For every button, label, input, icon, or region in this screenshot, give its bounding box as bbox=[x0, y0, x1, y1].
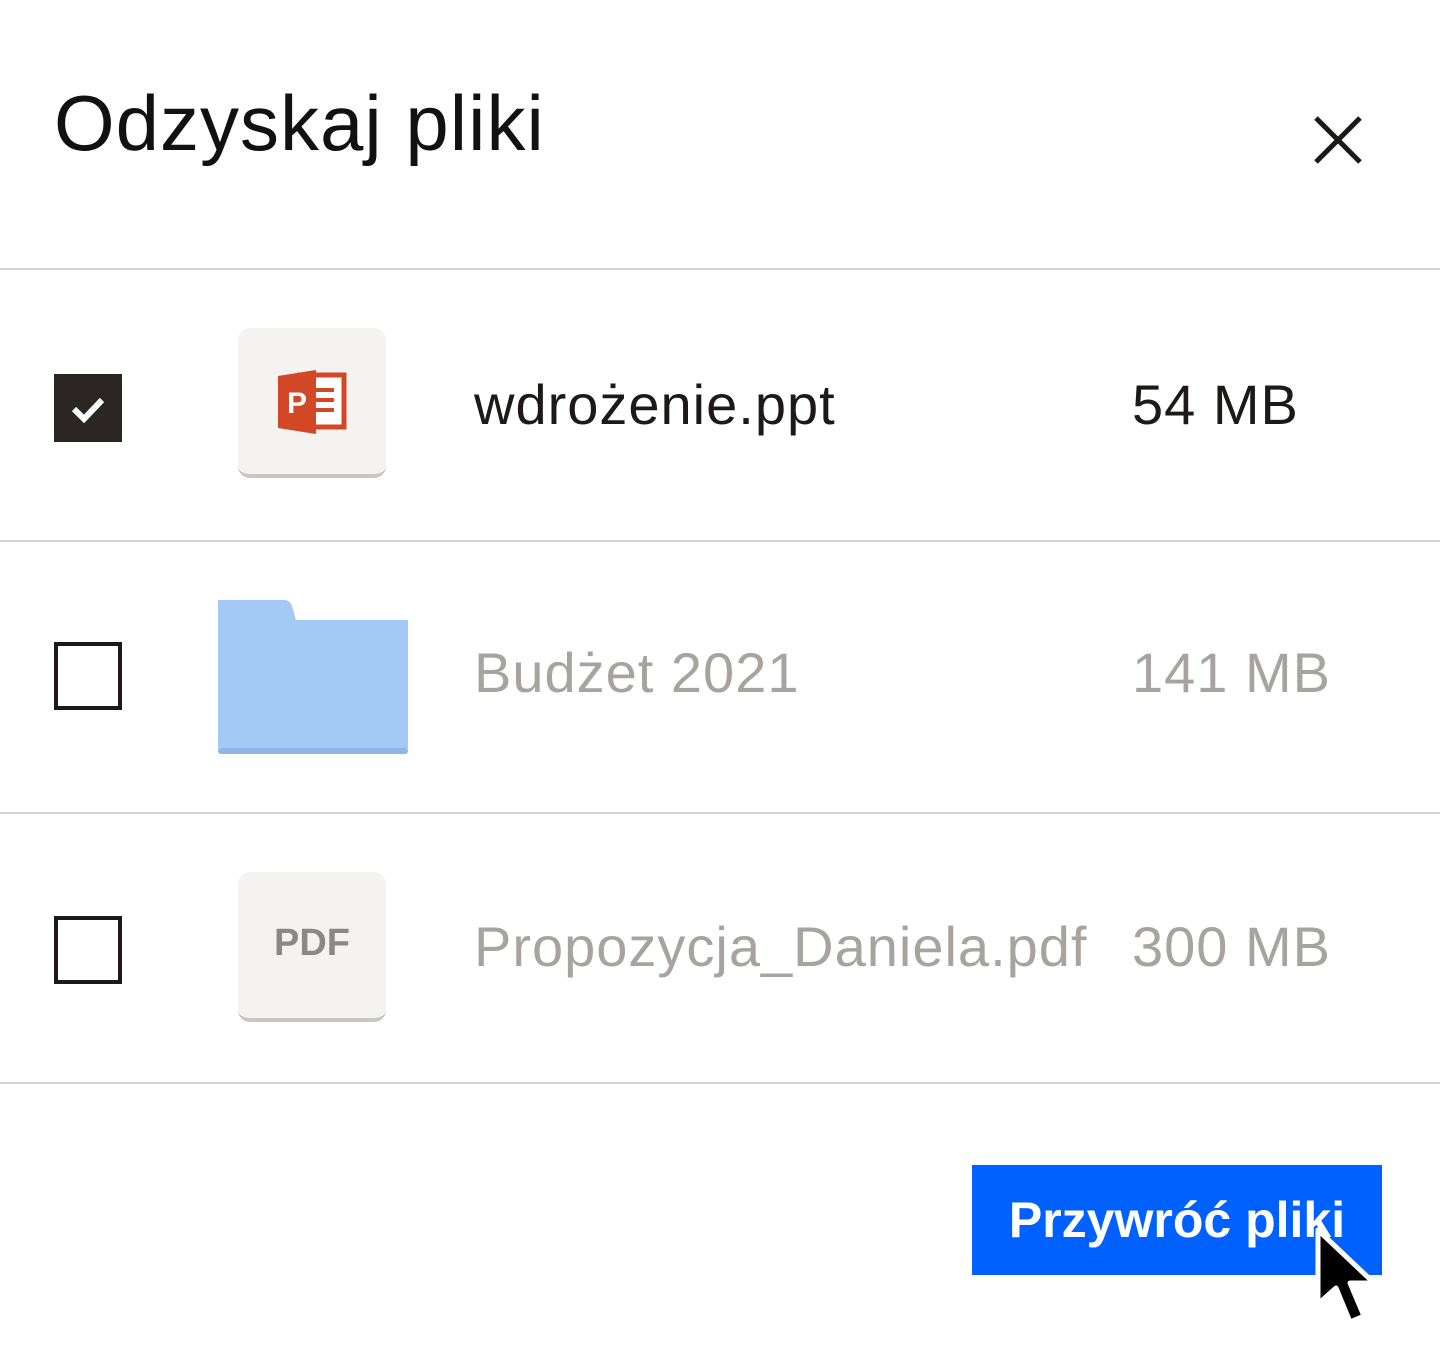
svg-text:P: P bbox=[287, 387, 307, 420]
folder-icon bbox=[218, 600, 408, 754]
close-icon bbox=[1314, 116, 1362, 164]
dialog-title: Odzyskaj pliki bbox=[54, 79, 545, 167]
file-row-wdrozenie[interactable]: P wdrożenie.ppt 54 MB bbox=[0, 270, 1440, 540]
restore-files-dialog: Odzyskaj pliki P wdrożenie.ppt 54 MB Bud… bbox=[0, 0, 1440, 1358]
mouse-pointer-icon bbox=[1315, 1227, 1377, 1325]
checkbox[interactable] bbox=[54, 642, 122, 710]
file-name: Budżet 2021 bbox=[474, 641, 800, 704]
checkmark-icon bbox=[71, 397, 105, 424]
pdf-icon: PDF bbox=[238, 872, 386, 1022]
file-row-budzet[interactable]: Budżet 2021 141 MB bbox=[0, 542, 1440, 812]
file-name: Propozycja_Daniela.pdf bbox=[474, 915, 1088, 978]
file-size: 300 MB bbox=[1132, 915, 1331, 978]
powerpoint-icon: P bbox=[238, 328, 386, 478]
file-row-propozycja[interactable]: PDF Propozycja_Daniela.pdf 300 MB bbox=[0, 814, 1440, 1084]
file-size: 141 MB bbox=[1132, 641, 1331, 704]
close-button[interactable] bbox=[1306, 108, 1370, 172]
divider bbox=[0, 1082, 1440, 1084]
file-name: wdrożenie.ppt bbox=[474, 373, 836, 436]
checkbox-checked[interactable] bbox=[54, 374, 122, 442]
file-size: 54 MB bbox=[1132, 373, 1299, 436]
pdf-icon-label: PDF bbox=[274, 922, 350, 964]
checkbox[interactable] bbox=[54, 916, 122, 984]
